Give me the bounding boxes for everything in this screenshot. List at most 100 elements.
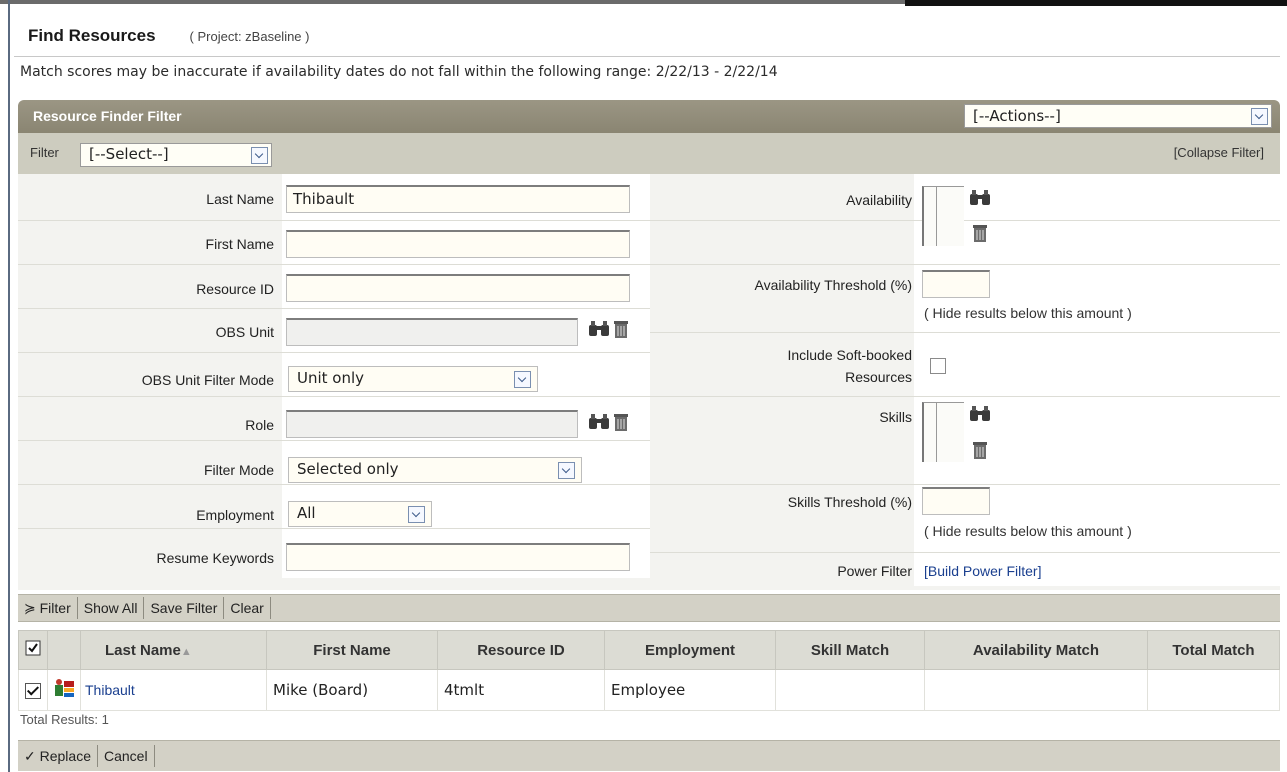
show-all-button[interactable]: Show All [78,597,145,619]
col-total-match[interactable]: Total Match [1147,630,1280,670]
employment-select[interactable]: All [288,501,432,527]
availability-label: Availability [846,192,912,208]
divider [14,56,1280,57]
binoculars-icon[interactable] [588,320,610,338]
soft-booked-label-line1: Include Soft-booked [787,347,912,363]
trash-icon[interactable] [613,412,629,432]
check-icon: ✓ [24,748,40,764]
filter-panel-title: Resource Finder Filter [33,108,182,124]
col-employment[interactable]: Employment [604,630,776,670]
resource-link[interactable]: Thibault [85,682,135,698]
binoculars-icon[interactable] [588,413,610,431]
chevron-down-icon[interactable] [408,506,425,523]
obs-unit-filter-mode-label: OBS Unit Filter Mode [141,372,274,388]
binoculars-icon[interactable] [969,405,991,423]
trash-icon[interactable] [972,223,988,243]
left-border [8,0,10,772]
page-title: Find Resources [28,26,156,45]
row-checkbox[interactable] [25,682,41,699]
col-first-name[interactable]: First Name [266,630,438,670]
employment-label: Employment [196,507,274,523]
resource-icon [55,679,74,697]
col-availability-match[interactable]: Availability Match [924,630,1148,670]
availability-threshold-label: Availability Threshold (%) [754,277,912,293]
resource-id-input[interactable] [286,274,630,302]
availability-threshold-input[interactable] [922,270,990,298]
availability-threshold-hint: ( Hide results below this amount ) [924,305,1132,321]
first-name-input[interactable] [286,230,630,258]
filter-mode-select[interactable]: Selected only [288,457,582,483]
filter-button-bar: ≽ Filter Show All Save Filter Clear [18,594,1280,622]
skills-listbox[interactable] [922,402,964,462]
chevron-down-icon[interactable] [558,462,575,479]
trash-icon[interactable] [972,440,988,460]
binoculars-icon[interactable] [969,189,991,207]
obs-unit-filter-mode-select[interactable]: Unit only [288,366,538,392]
power-filter-label: Power Filter [837,563,912,579]
save-filter-button[interactable]: Save Filter [144,597,225,619]
skills-threshold-label: Skills Threshold (%) [787,494,912,510]
filter-button[interactable]: ≽ Filter [18,597,78,619]
select-all-icon[interactable] [25,640,41,656]
saved-filter-select[interactable]: [--Select--] [80,143,272,167]
cell-employment: Employee [604,669,776,711]
title-row: Find Resources ( Project: zBaseline ) [28,26,309,52]
trash-icon[interactable] [613,319,629,339]
filter-mode-label: Filter Mode [203,462,274,478]
col-skill-match[interactable]: Skill Match [775,630,925,670]
chevron-down-icon[interactable] [251,147,268,164]
cell-skill-match [775,669,925,711]
top-border-dark [905,0,1287,6]
filter-button-label: Filter [39,600,71,616]
cell-resource-id: 4tmlt [437,669,605,711]
total-results: Total Results: 1 [20,712,109,727]
first-name-label: First Name [205,236,274,252]
filter-label: Filter [30,145,59,160]
collapse-filter-link[interactable]: [Collapse Filter] [1174,145,1264,160]
availability-listbox[interactable] [922,186,964,246]
bottom-button-bar: ✓ Replace Cancel [18,740,1280,771]
saved-filter-value: [--Select--] [89,145,169,163]
cell-availability-match [924,669,1148,711]
resume-keywords-input[interactable] [286,543,630,571]
filter-chevron-icon: ≽ [24,600,40,616]
actions-select-value: [--Actions--] [973,107,1061,125]
soft-booked-checkbox[interactable] [930,358,946,374]
last-name-label: Last Name [206,191,274,207]
obs-unit-filter-mode-value: Unit only [297,369,365,387]
cancel-button[interactable]: Cancel [98,745,155,767]
table-header-row: Last Name▲ First Name Resource ID Employ… [18,630,1280,670]
role-label: Role [245,417,274,433]
project-label: ( Project: zBaseline ) [189,29,310,44]
resource-icon-cell [47,669,81,711]
cell-first-name: Mike (Board) [266,669,438,711]
filter-mode-value: Selected only [297,460,399,478]
cell-total-match [1147,669,1280,711]
cell-last-name[interactable]: Thibault [80,669,267,711]
sort-asc-icon: ▲ [180,645,192,658]
last-name-input[interactable]: Thibault [286,185,630,213]
resource-id-label: Resource ID [196,281,274,297]
role-input[interactable] [286,410,578,438]
results-table: Last Name▲ First Name Resource ID Employ… [18,630,1280,711]
date-range-note: Match scores may be inaccurate if availa… [20,64,778,80]
clear-button[interactable]: Clear [224,597,271,619]
col-resource-id[interactable]: Resource ID [437,630,605,670]
replace-button-label: Replace [39,748,91,764]
col-last-name[interactable]: Last Name▲ [80,630,267,670]
skills-threshold-input[interactable] [922,487,990,515]
col-last-name-label: Last Name [105,641,181,659]
employment-value: All [297,504,316,522]
select-all-header[interactable] [18,630,48,670]
actions-select[interactable]: [--Actions--] [964,104,1272,128]
replace-button[interactable]: ✓ Replace [18,745,98,767]
chevron-down-icon[interactable] [514,371,531,388]
build-power-filter-link[interactable]: [Build Power Filter] [924,563,1041,579]
chevron-down-icon[interactable] [1251,108,1268,125]
obs-unit-label: OBS Unit [215,324,274,340]
obs-unit-input[interactable] [286,318,578,346]
soft-booked-label-line2: Resources [845,369,912,385]
table-row: Thibault Mike (Board) 4tmlt Employee [18,669,1280,711]
top-border [0,0,905,4]
row-checkbox-cell[interactable] [18,669,48,711]
